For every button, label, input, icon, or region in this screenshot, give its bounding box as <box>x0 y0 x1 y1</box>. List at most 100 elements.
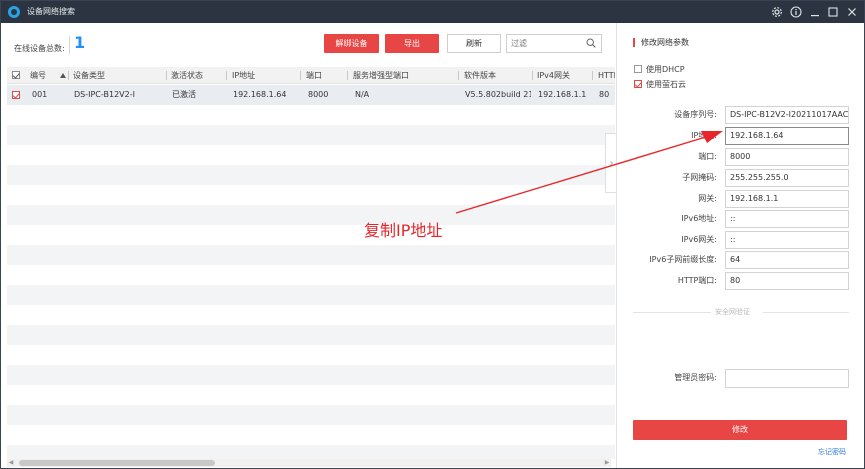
empty-row <box>7 445 615 459</box>
filter-input[interactable] <box>507 35 581 52</box>
column-header[interactable]: 编号 <box>30 67 46 84</box>
ipv6-gateway-field[interactable]: :: <box>725 231 849 249</box>
http-port-label: HTTP端口: <box>677 276 717 285</box>
admin-password-label: 管理员密码: <box>674 373 717 382</box>
column-header[interactable]: HTTP <box>598 67 615 84</box>
panel-title: 修改网络参数 <box>633 38 689 47</box>
use-ezviz-option[interactable]: 使用萤石云 <box>634 79 686 90</box>
cell-device-type: DS-IPC-B12V2-I <box>74 90 135 99</box>
empty-row <box>7 225 615 245</box>
empty-row <box>7 205 615 225</box>
empty-row <box>7 105 615 125</box>
empty-row <box>7 185 615 205</box>
gateway-label: 网关: <box>698 194 717 203</box>
row-checkbox[interactable] <box>12 91 20 99</box>
empty-row <box>7 365 615 385</box>
empty-row <box>7 405 615 425</box>
scroll-right-icon[interactable]: ▶ <box>603 459 611 467</box>
refresh-button[interactable]: 刷新 <box>447 34 501 53</box>
port-field[interactable]: 8000 <box>725 148 849 166</box>
column-header[interactable]: 激活状态 <box>171 67 203 84</box>
serial-label: 设备序列号: <box>674 110 717 119</box>
online-count-label: 在线设备总数: <box>14 44 65 53</box>
empty-row <box>7 165 615 185</box>
horizontal-scrollbar[interactable]: ◀ ▶ <box>7 459 611 467</box>
table-header: 编号 设备类型 激活状态 IP地址 端口 服务增强型端口 软件版本 IPv4网关… <box>7 67 615 84</box>
empty-row <box>7 285 615 305</box>
ipv6-address-label: IPv6地址: <box>681 214 717 223</box>
cell-activation: 已激活 <box>172 90 196 99</box>
cell-software-version: V5.5.802build 21... <box>465 90 531 99</box>
column-separator <box>532 71 533 80</box>
column-header[interactable]: 软件版本 <box>464 67 496 84</box>
column-header[interactable]: IPv4网关 <box>537 67 570 84</box>
cell-number: 001 <box>32 90 48 99</box>
empty-row <box>7 425 615 445</box>
divider-line <box>633 312 711 313</box>
search-icon[interactable] <box>586 38 596 48</box>
column-header[interactable]: 设备类型 <box>73 67 105 84</box>
modify-button[interactable]: 修改 <box>633 420 847 440</box>
column-separator <box>166 71 167 80</box>
use-ezviz-label: 使用萤石云 <box>646 80 686 89</box>
empty-row <box>7 385 615 405</box>
cell-port: 8000 <box>308 90 329 99</box>
online-count-divider <box>69 36 70 54</box>
ipv6-gateway-label: IPv6网关: <box>681 235 717 244</box>
column-header[interactable]: 端口 <box>306 67 322 84</box>
admin-password-field[interactable] <box>725 369 849 388</box>
empty-row <box>7 345 615 365</box>
select-all-checkbox[interactable] <box>12 71 20 79</box>
use-dhcp-label: 使用DHCP <box>646 65 685 74</box>
use-dhcp-option[interactable]: 使用DHCP <box>634 64 685 75</box>
online-count-value: 1 <box>74 33 86 52</box>
ipv6-prefix-label: IPv6子网前缀长度: <box>649 255 717 264</box>
column-separator <box>592 71 593 80</box>
subnet-mask-field[interactable]: 255.255.255.0 <box>725 169 849 187</box>
column-header[interactable]: IP地址 <box>232 67 255 84</box>
window-title: 设备网络搜索 <box>27 7 75 16</box>
empty-row <box>7 145 615 165</box>
ipv6-address-field[interactable]: :: <box>725 210 849 228</box>
column-separator <box>226 71 227 80</box>
sort-up-icon[interactable] <box>60 73 66 78</box>
empty-row <box>7 305 615 325</box>
empty-row <box>7 265 615 285</box>
network-params-panel: 修改网络参数 使用DHCP 使用萤石云 设备序列号: DS-IPC-B12V2-… <box>616 23 864 468</box>
scroll-left-icon[interactable]: ◀ <box>7 459 15 467</box>
divider-line <box>763 312 849 313</box>
column-separator <box>347 71 348 80</box>
chevron-right-icon: › <box>609 158 614 169</box>
ip-field[interactable]: 192.168.1.64 <box>725 127 849 145</box>
empty-row <box>7 245 615 265</box>
ip-label: IP地址: <box>691 131 717 140</box>
app-logo-icon <box>8 6 20 18</box>
serial-field[interactable]: DS-IPC-B12V2-I20211017AACHG9 <box>725 106 849 124</box>
app-window: 设备网络搜索 在线设备总数: 1 解绑设备 导出 刷新 过滤 编号 设备类型 激… <box>0 0 865 469</box>
use-ezviz-checkbox[interactable] <box>634 79 642 88</box>
export-button[interactable]: 导出 <box>385 34 439 53</box>
column-separator <box>458 71 459 80</box>
info-icon[interactable] <box>788 4 804 20</box>
cell-enhanced-port: N/A <box>355 90 370 99</box>
gateway-field[interactable]: 192.168.1.1 <box>725 190 849 208</box>
cell-http: 80 <box>599 90 610 99</box>
minimize-icon[interactable] <box>807 4 823 20</box>
empty-row <box>7 125 615 145</box>
ipv6-prefix-field[interactable]: 64 <box>725 251 849 269</box>
forgot-password-link[interactable]: 忘记密码 <box>818 447 846 457</box>
column-separator <box>68 71 69 80</box>
cell-ip: 192.168.1.64 <box>233 90 287 99</box>
http-port-field[interactable]: 80 <box>725 272 849 290</box>
unbind-device-button[interactable]: 解绑设备 <box>324 34 379 53</box>
table-row[interactable]: 001 DS-IPC-B12V2-I 已激活 192.168.1.64 8000… <box>7 85 615 105</box>
use-dhcp-checkbox[interactable] <box>634 64 642 73</box>
close-icon[interactable] <box>844 4 860 20</box>
title-bar: 设备网络搜索 <box>1 1 864 23</box>
scrollbar-thumb[interactable] <box>19 460 215 466</box>
column-separator <box>300 71 301 80</box>
maximize-icon[interactable] <box>825 4 841 20</box>
gear-icon[interactable] <box>769 4 785 20</box>
column-header[interactable]: 服务增强型端口 <box>353 67 409 84</box>
cell-gateway: 192.168.1.1 <box>538 90 587 99</box>
